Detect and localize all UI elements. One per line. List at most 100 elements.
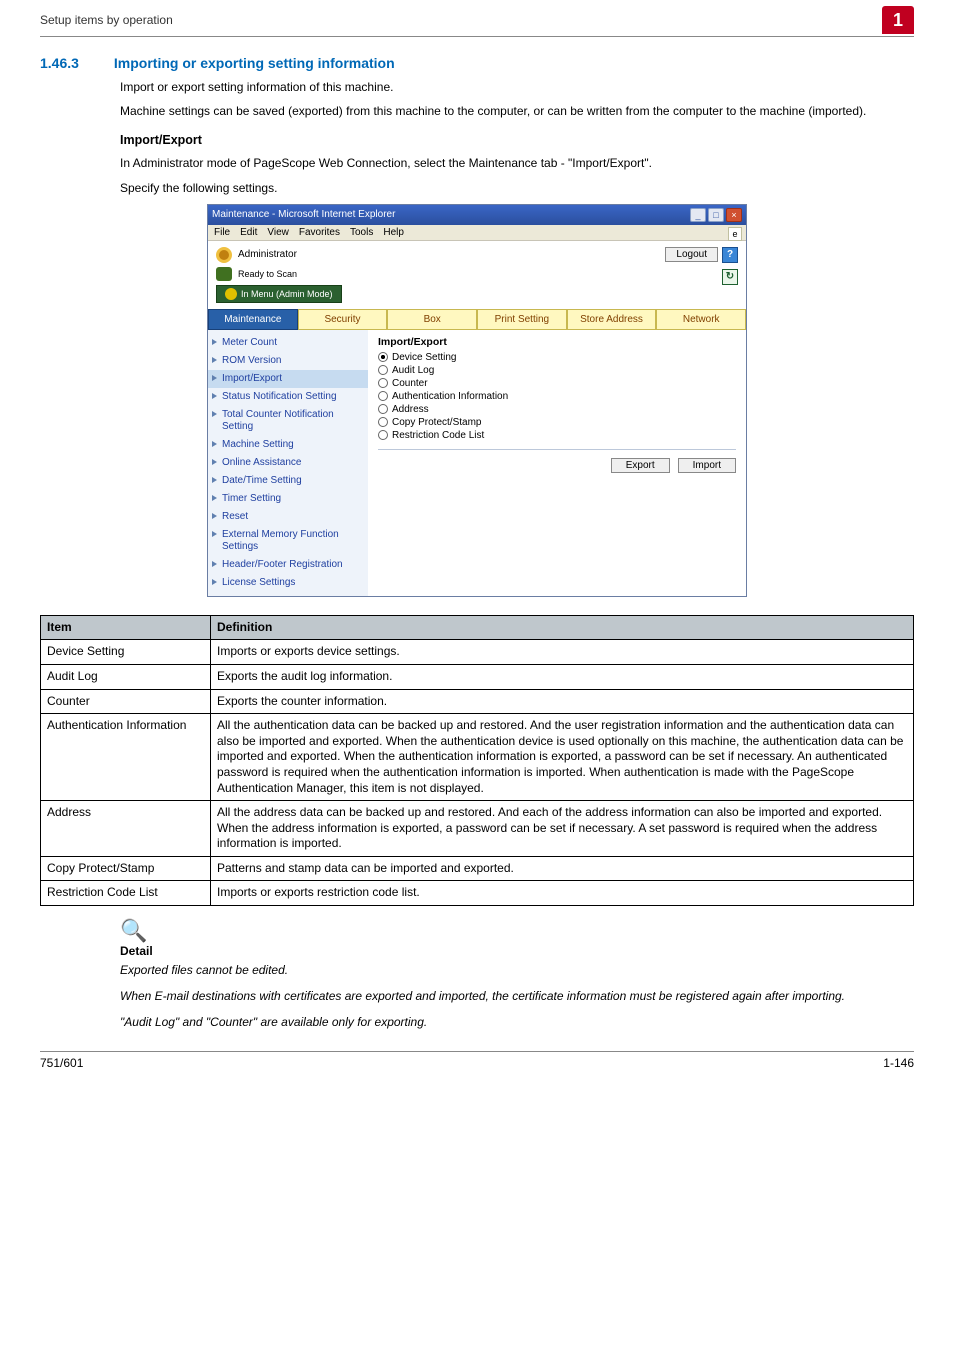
radio-auth-info[interactable]: Authentication Information [378,391,736,402]
radio-icon [378,430,388,440]
help-icon[interactable]: ? [722,247,738,263]
administrator-label: Administrator [238,249,297,260]
menu-view[interactable]: View [267,227,289,238]
radio-label: Restriction Code List [392,430,484,441]
main-panel: Import/Export Device Setting Audit Log C… [368,330,746,596]
sidebar-item-total-counter[interactable]: Total Counter Notification Setting [208,406,368,436]
cell-def: Imports or exports restriction code list… [211,881,914,906]
radio-icon [378,404,388,414]
th-item: Item [41,615,211,640]
sidebar-item-machine-setting[interactable]: Machine Setting [208,436,368,454]
administrator-icon [216,247,232,263]
radio-icon [378,352,388,362]
cell-item: Audit Log [41,664,211,689]
table-row: Counter Exports the counter information. [41,689,914,714]
table-row: Audit Log Exports the audit log informat… [41,664,914,689]
sidebar-item-header-footer[interactable]: Header/Footer Registration [208,556,368,574]
main-tabs: Maintenance Security Box Print Setting S… [208,309,746,330]
radio-icon [378,417,388,427]
table-row: Copy Protect/Stamp Patterns and stamp da… [41,856,914,881]
sidebar-item-meter-count[interactable]: Meter Count [208,334,368,352]
tab-network[interactable]: Network [656,309,746,330]
cell-def: Exports the audit log information. [211,664,914,689]
ready-label: Ready to Scan [238,269,297,279]
footer-left: 751/601 [40,1056,83,1070]
import-export-p2: Specify the following settings. [120,180,914,196]
section-title-text: Importing or exporting setting informati… [114,55,395,71]
radio-label: Copy Protect/Stamp [392,417,481,428]
th-definition: Definition [211,615,914,640]
table-row: Address All the address data can be back… [41,801,914,857]
menu-mode-indicator: In Menu (Admin Mode) [216,285,342,303]
cell-def: All the address data can be backed up an… [211,801,914,857]
sidebar-item-online-assistance[interactable]: Online Assistance [208,454,368,472]
menu-file[interactable]: File [214,227,230,238]
menu-favorites[interactable]: Favorites [299,227,340,238]
ready-icon [216,267,232,281]
radio-label: Address [392,404,429,415]
close-button[interactable]: × [726,208,742,222]
browser-title-text: Maintenance - Microsoft Internet Explore… [212,209,395,220]
radio-icon [378,391,388,401]
table-row: Authentication Information All the authe… [41,714,914,801]
sidebar-item-import-export[interactable]: Import/Export [208,370,368,388]
tab-print-setting[interactable]: Print Setting [477,309,567,330]
tab-security[interactable]: Security [298,309,388,330]
sidebar-item-date-time[interactable]: Date/Time Setting [208,472,368,490]
sidebar-item-external-memory[interactable]: External Memory Function Settings [208,526,368,556]
radio-device-setting[interactable]: Device Setting [378,352,736,363]
main-panel-title: Import/Export [378,336,736,348]
sidebar-item-rom-version[interactable]: ROM Version [208,352,368,370]
import-button[interactable]: Import [678,458,736,473]
gear-icon [225,288,237,300]
menu-edit[interactable]: Edit [240,227,257,238]
import-export-p1: In Administrator mode of PageScope Web C… [120,155,914,171]
maximize-button[interactable]: □ [708,208,724,222]
minimize-button[interactable]: _ [690,208,706,222]
cell-item: Authentication Information [41,714,211,801]
table-row: Restriction Code List Imports or exports… [41,881,914,906]
radio-address[interactable]: Address [378,404,736,415]
table-row: Device Setting Imports or exports device… [41,640,914,665]
radio-icon [378,378,388,388]
cell-item: Device Setting [41,640,211,665]
sidebar-item-license[interactable]: License Settings [208,574,368,592]
breadcrumb: Setup items by operation [40,13,173,27]
browser-titlebar: Maintenance - Microsoft Internet Explore… [208,205,746,225]
radio-restriction-code[interactable]: Restriction Code List [378,430,736,441]
definitions-table: Item Definition Device Setting Imports o… [40,615,914,906]
sidebar-item-reset[interactable]: Reset [208,508,368,526]
detail-note-2: When E-mail destinations with certificat… [120,988,914,1004]
radio-audit-log[interactable]: Audit Log [378,365,736,376]
menu-mode-label: In Menu (Admin Mode) [241,289,333,299]
cell-item: Address [41,801,211,857]
section-badge: 1 [882,6,914,34]
ie-logo-icon: e [728,227,742,241]
menu-tools[interactable]: Tools [350,227,373,238]
intro-paragraph-2: Machine settings can be saved (exported)… [120,103,914,119]
refresh-icon[interactable]: ↻ [722,269,738,285]
tab-box[interactable]: Box [387,309,477,330]
sidebar-item-timer[interactable]: Timer Setting [208,490,368,508]
logout-button[interactable]: Logout [665,247,718,262]
detail-title: Detail [120,944,914,958]
cell-item: Counter [41,689,211,714]
sidebar-item-status-notification[interactable]: Status Notification Setting [208,388,368,406]
cell-def: Patterns and stamp data can be imported … [211,856,914,881]
cell-def: Imports or exports device settings. [211,640,914,665]
page-footer: 751/601 1-146 [40,1051,914,1070]
import-export-heading: Import/Export [120,133,914,147]
menu-help[interactable]: Help [383,227,404,238]
section-heading: 1.46.3 Importing or exporting setting in… [40,55,914,71]
tab-maintenance[interactable]: Maintenance [208,309,298,330]
radio-counter[interactable]: Counter [378,378,736,389]
tab-store-address[interactable]: Store Address [567,309,657,330]
section-number: 1.46.3 [40,55,110,71]
export-button[interactable]: Export [611,458,670,473]
detail-block: 🔍 Detail Exported files cannot be edited… [120,918,914,1031]
radio-copy-protect-stamp[interactable]: Copy Protect/Stamp [378,417,736,428]
cell-item: Copy Protect/Stamp [41,856,211,881]
radio-icon [378,365,388,375]
detail-note-3: "Audit Log" and "Counter" are available … [120,1014,914,1030]
radio-label: Audit Log [392,365,434,376]
